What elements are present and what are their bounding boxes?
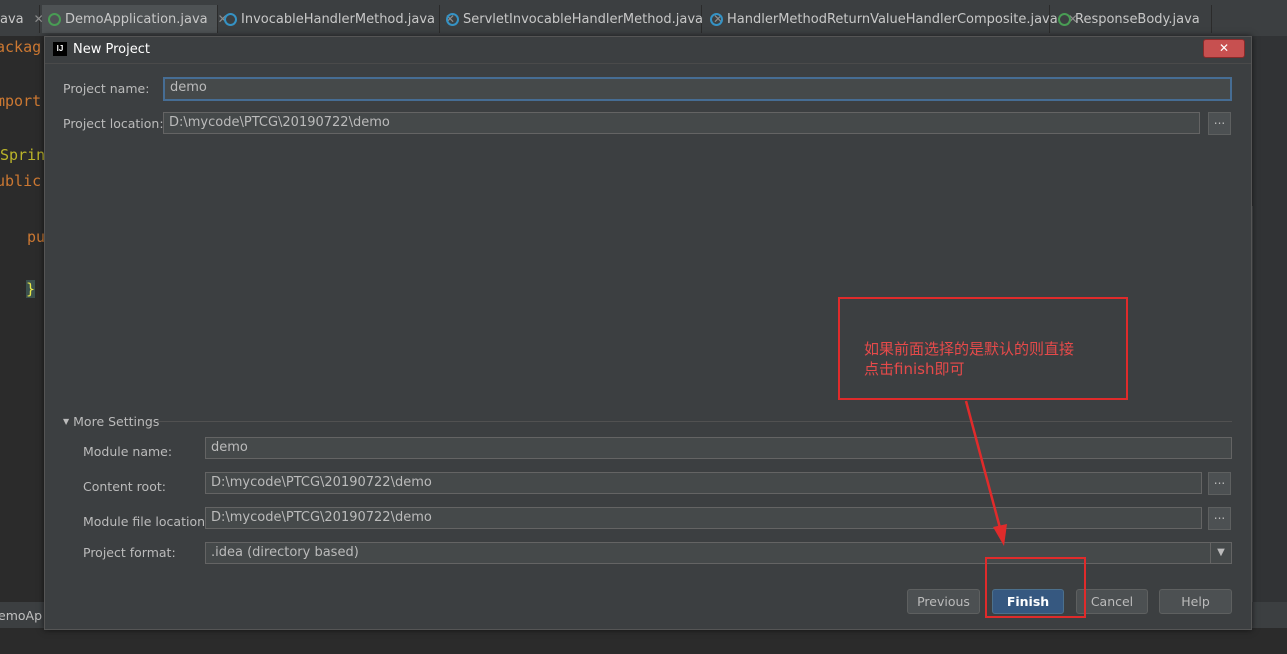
annotation-arrow (964, 400, 1007, 546)
